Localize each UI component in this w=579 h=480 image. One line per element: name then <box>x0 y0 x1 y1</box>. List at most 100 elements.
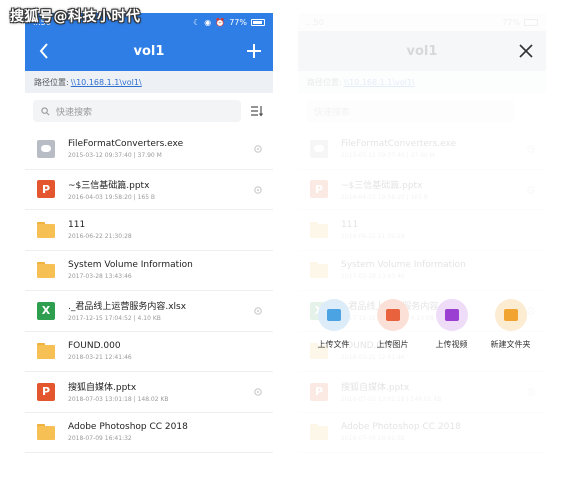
file-row: P 搜狐自媒体.pptx 2018-07-03 13:01:18 | 148.02 … <box>298 372 546 413</box>
settings-icon[interactable] <box>253 144 263 154</box>
phone-screen-file-list: ...50 ☾ ◉ ⏰ 77% vol1 路径位置: \\10.168.1.1\… <box>25 13 273 458</box>
file-meta: 2016-06-22 21:30:28 <box>68 232 132 240</box>
settings-icon <box>527 145 535 153</box>
file-meta: 2018-03-21 12:41:46 <box>68 354 132 362</box>
folder-icon <box>37 342 55 360</box>
file-name: System Volume Information <box>68 260 193 271</box>
upload-option[interactable]: 上传图片 <box>365 299 421 350</box>
file-name: FileFormatConverters.exe <box>68 138 184 149</box>
executable-icon <box>310 139 328 158</box>
battery-percent: 77% <box>229 17 247 27</box>
file-name: ~$三信基础篇.pptx <box>68 180 150 191</box>
path-link: \\10.168.1.1\vol1\ <box>343 77 415 87</box>
file-name: Adobe Photoshop CC 2018 <box>341 422 461 433</box>
file-meta: 2018-07-09 16:41:32 <box>68 435 132 443</box>
sort-button[interactable] <box>249 103 265 119</box>
excel-icon: X <box>37 301 55 320</box>
powerpoint-icon: P <box>310 382 328 401</box>
upload-option[interactable]: 上传文件 <box>306 299 362 350</box>
file-meta: 2017-12-15 17:04:52 | 4.10 KB <box>68 315 161 323</box>
folder-icon <box>37 261 55 279</box>
folder-icon <box>310 221 328 239</box>
path-label: 路径位置: <box>307 77 342 87</box>
search-icon <box>41 106 50 115</box>
file-info: FileFormatConverters.exe 2015-03-12 09:37… <box>341 139 546 159</box>
upload-option[interactable]: 上传视频 <box>424 299 480 350</box>
file-info: 111 2016-06-22 21:30:28 <box>68 220 273 240</box>
upload-option[interactable]: 新建文件夹 <box>483 299 539 350</box>
file-meta: 2018-07-09 16:41:32 <box>341 435 405 443</box>
close-button[interactable] <box>514 39 538 63</box>
sort-icon <box>522 103 538 119</box>
file-name: System Volume Information <box>341 260 466 271</box>
file-row: System Volume Information 2017-03-28 13:4… <box>298 251 546 291</box>
battery-icon <box>251 18 265 26</box>
back-button[interactable] <box>33 39 55 63</box>
search-placeholder: 快速搜索 <box>314 107 351 118</box>
upload-option-label: 上传文件 <box>317 340 350 349</box>
file-meta: 2016-04-03 19:58:20 | 165 B <box>341 193 429 201</box>
file-name: ._君品线上运营服务内容.xlsx <box>68 302 187 313</box>
folder-icon <box>494 299 527 331</box>
file-row[interactable]: P 搜狐自媒体.pptx 2018-07-03 13:01:18 | 148.02 … <box>25 372 273 413</box>
settings-icon <box>527 388 535 396</box>
file-list: FileFormatConverters.exe 2015-03-12 09:37… <box>25 129 273 458</box>
upload-option-label: 上传视频 <box>435 340 468 349</box>
image-icon <box>376 299 409 331</box>
settings-icon[interactable] <box>253 185 263 195</box>
location-icon: ◉ <box>204 17 212 27</box>
file-row: Adobe Photoshop CC 2018 2018-07-09 16:41:… <box>298 413 546 453</box>
alarm-icon: ⏰ <box>215 17 226 27</box>
page-title: vol1 <box>133 43 165 59</box>
nav-bar: vol1 <box>25 31 273 71</box>
cloud-upload-icon <box>317 299 350 331</box>
icon-glyph <box>444 309 459 321</box>
search-placeholder: 快速搜索 <box>56 107 93 118</box>
file-info: System Volume Information 2017-03-28 13:4… <box>341 260 546 280</box>
file-row[interactable]: X ._君品线上运营服务内容.xlsx 2017-12-15 17:04:52 | … <box>25 291 273 332</box>
file-info: ~$三信基础篇.pptx 2016-04-03 19:58:20 | 165 B <box>68 178 273 201</box>
file-meta: 2018-07-03 13:01:18 | 148.02 KB <box>341 396 442 404</box>
file-info: ~$三信基础篇.pptx 2016-04-03 19:58:20 | 165 B <box>341 178 546 201</box>
file-meta: 2016-06-22 21:30:28 <box>341 232 405 240</box>
sort-icon <box>251 106 263 117</box>
battery-icon <box>524 18 538 26</box>
file-list: FileFormatConverters.exe 2015-03-12 09:37… <box>298 129 546 458</box>
status-time: ...50 <box>306 17 324 27</box>
add-button[interactable] <box>243 39 265 63</box>
file-info: 搜狐自媒体.pptx 2018-07-03 13:01:18 | 148.02 K… <box>68 380 273 403</box>
settings-icon[interactable] <box>253 387 263 397</box>
file-name: 111 <box>68 219 86 230</box>
file-row[interactable]: FOUND.000 2018-03-21 12:41:46 <box>25 332 273 372</box>
folder-icon <box>310 261 328 279</box>
file-row[interactable]: 111 2016-06-22 21:30:28 <box>25 210 273 251</box>
executable-icon <box>37 139 55 158</box>
nav-bar: vol1 <box>298 31 546 71</box>
path-link[interactable]: \\10.168.1.1\vol1\ <box>71 78 142 87</box>
file-row: 111 2016-06-22 21:30:28 <box>298 210 546 251</box>
file-row[interactable]: P ~$三信基础篇.pptx 2016-04-03 19:58:20 | 165 B <box>25 170 273 210</box>
powerpoint-icon: P <box>37 180 55 199</box>
file-info: Adobe Photoshop CC 2018 2018-07-09 16:41:… <box>341 422 546 442</box>
search-row: 快速搜索 <box>298 93 546 129</box>
file-name: Adobe Photoshop CC 2018 <box>68 422 188 433</box>
file-info: FOUND.000 2018-03-21 12:41:46 <box>68 341 273 361</box>
chevron-left-icon <box>39 43 48 59</box>
breadcrumb: 路径位置: \\10.168.1.1\vol1\ <box>25 71 273 93</box>
file-row: P ~$三信基础篇.pptx 2016-04-03 19:58:20 | 165 B <box>298 170 546 210</box>
folder-icon <box>37 221 55 239</box>
file-info: 111 2016-06-22 21:30:28 <box>341 220 546 240</box>
file-row[interactable]: PH5总结分享.pptx <box>25 453 273 458</box>
file-row[interactable]: Adobe Photoshop CC 2018 2018-07-09 16:41:… <box>25 413 273 453</box>
search-input[interactable]: 快速搜索 <box>33 100 241 122</box>
file-info: System Volume Information 2017-03-28 13:4… <box>68 260 273 280</box>
file-row[interactable]: System Volume Information 2017-03-28 13:4… <box>25 251 273 291</box>
powerpoint-icon: P <box>310 180 328 199</box>
settings-icon[interactable] <box>253 306 263 316</box>
file-row[interactable]: FileFormatConverters.exe 2015-03-12 09:37… <box>25 129 273 170</box>
folder-icon <box>37 423 55 441</box>
watermark: 搜狐号@科技小时代 <box>10 9 141 25</box>
file-name: 111 <box>341 219 359 230</box>
search-input: 快速搜索 <box>306 100 514 122</box>
icon-glyph <box>326 309 341 321</box>
